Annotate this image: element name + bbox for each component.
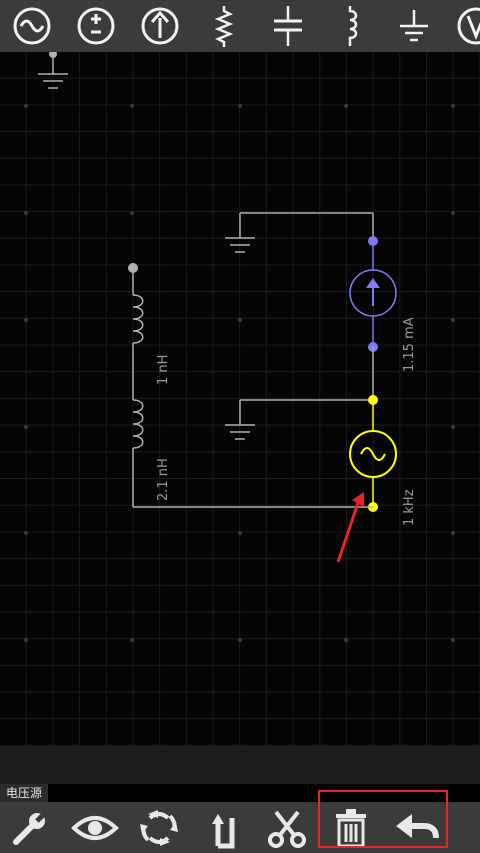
delete-button[interactable]: [326, 804, 376, 852]
dc-source-icon: [77, 7, 115, 45]
ground-icon: [400, 10, 428, 42]
resistor-button[interactable]: [200, 2, 248, 50]
inductor2-label: 2.1 nH: [156, 458, 171, 501]
settings-wrench-icon: [13, 810, 48, 845]
view-eye-icon: [71, 816, 119, 840]
inductor1-label: 1 nH: [156, 354, 171, 385]
inductor-icon: [348, 6, 358, 46]
ac-voltage-source[interactable]: [349, 395, 397, 512]
status-bar: [0, 746, 480, 784]
circuit-diagram: [24, 52, 455, 642]
ground-symbol-1[interactable]: [38, 52, 68, 89]
cut-icon: [268, 810, 306, 848]
resistor-icon: [214, 6, 234, 47]
circuit-canvas[interactable]: 1.15 mA 1 kHz 1 nH 2.1 nH: [0, 52, 480, 746]
component-toolbar: [0, 0, 480, 53]
view-button[interactable]: [70, 804, 120, 852]
rotate-icon: [140, 810, 178, 846]
inductor-1[interactable]: [128, 263, 144, 400]
current-source-button[interactable]: [136, 2, 184, 50]
flip-button[interactable]: [198, 804, 248, 852]
grid-dots: [24, 104, 455, 642]
annotation-arrow: [336, 492, 364, 563]
ground-button[interactable]: [390, 2, 438, 50]
rotate-button[interactable]: [134, 804, 184, 852]
undo-button[interactable]: [392, 804, 442, 852]
dc-source-button[interactable]: [72, 2, 120, 50]
inductor-2[interactable]: [132, 399, 144, 507]
action-toolbar: [0, 802, 480, 853]
ac-source-button[interactable]: [8, 2, 56, 50]
current-source-icon: [141, 7, 179, 45]
delete-trash-icon: [336, 809, 366, 848]
voltmeter-icon: [457, 7, 480, 45]
capacitor-icon: [274, 6, 302, 46]
inductor-button[interactable]: [328, 2, 376, 50]
current-source-label: 1.15 mA: [402, 317, 417, 372]
ground-symbol-3[interactable]: [225, 399, 373, 440]
undo-arrow-icon: [396, 814, 439, 839]
capacitor-button[interactable]: [264, 2, 312, 50]
cut-button[interactable]: [262, 804, 312, 852]
ac-source-label: 1 kHz: [402, 489, 417, 526]
selected-component-label: 电压源: [0, 784, 49, 802]
flip-icon: [212, 814, 235, 849]
current-source[interactable]: [349, 236, 397, 352]
voltmeter-button[interactable]: [452, 2, 480, 50]
ground-symbol-2[interactable]: [225, 212, 374, 253]
settings-button[interactable]: [6, 804, 56, 852]
ac-source-icon: [13, 7, 51, 45]
